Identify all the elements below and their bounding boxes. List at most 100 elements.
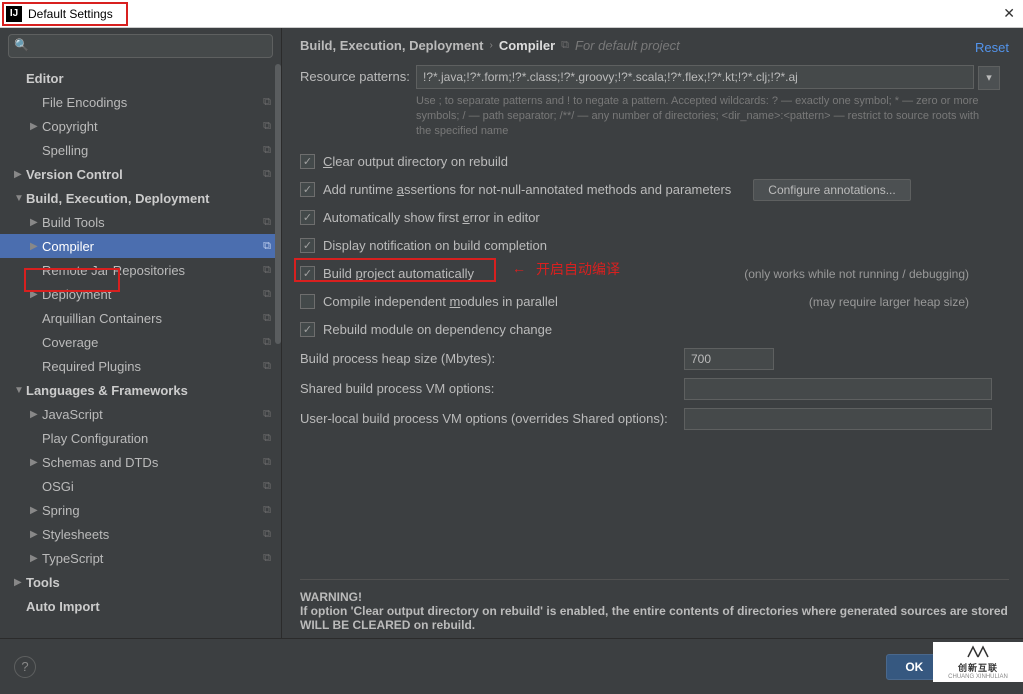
- sidebar-item-label: Schemas and DTDs: [42, 455, 263, 470]
- sidebar-item-version-control[interactable]: ▶Version Control⧉: [0, 162, 281, 186]
- sidebar-item-label: Arquillian Containers: [42, 311, 263, 326]
- chevron-icon: ▶: [30, 457, 42, 468]
- chevron-icon: ▶: [30, 529, 42, 540]
- sidebar-item-editor[interactable]: Editor: [0, 66, 281, 90]
- sidebar-item-label: File Encodings: [42, 95, 263, 110]
- chevron-icon: ▶: [30, 553, 42, 564]
- display-notification-label: Display notification on build completion: [323, 238, 547, 253]
- sidebar-item-auto-import[interactable]: Auto Import: [0, 594, 281, 618]
- watermark-name: 创新互联: [958, 661, 998, 674]
- scrollbar[interactable]: [275, 64, 281, 344]
- breadcrumb: Build, Execution, Deployment › Compiler …: [300, 38, 1009, 53]
- sidebar-item-file-encodings[interactable]: File Encodings⧉: [0, 90, 281, 114]
- sidebar-item-required-plugins[interactable]: Required Plugins⧉: [0, 354, 281, 378]
- sidebar-item-remote-jar-repositories[interactable]: Remote Jar Repositories⧉: [0, 258, 281, 282]
- clear-output-label: Clear output directory on rebuild: [323, 154, 508, 169]
- heap-size-input[interactable]: [684, 348, 774, 370]
- watermark: 创新互联 CHUANG XINHULIAN: [933, 642, 1023, 682]
- warning-box: WARNING! If option 'Clear output directo…: [300, 579, 1009, 632]
- warning-title: WARNING!: [300, 590, 1009, 604]
- sidebar-item-label: Required Plugins: [42, 359, 263, 374]
- display-notification-checkbox[interactable]: [300, 238, 315, 253]
- compile-parallel-label: Compile independent modules in parallel: [323, 294, 558, 309]
- annotation-text: 开启自动编译: [536, 259, 620, 279]
- chevron-icon: ▶: [14, 577, 26, 588]
- heap-size-label: Build process heap size (Mbytes):: [300, 351, 684, 366]
- sidebar-item-label: Play Configuration: [42, 431, 263, 446]
- auto-error-checkbox[interactable]: [300, 210, 315, 225]
- rebuild-dep-checkbox[interactable]: [300, 322, 315, 337]
- sidebar-item-label: Version Control: [26, 167, 263, 182]
- project-scope-icon: ⧉: [263, 96, 271, 109]
- project-scope-icon: ⧉: [263, 408, 271, 421]
- compile-parallel-checkbox[interactable]: [300, 294, 315, 309]
- sidebar-item-label: Remote Jar Repositories: [42, 263, 263, 278]
- sidebar-item-spring[interactable]: ▶Spring⧉: [0, 498, 281, 522]
- chevron-icon: ▶: [30, 505, 42, 516]
- sidebar-item-label: JavaScript: [42, 407, 263, 422]
- watermark-sub: CHUANG XINHULIAN: [948, 674, 1008, 680]
- runtime-assert-checkbox[interactable]: [300, 182, 315, 197]
- sidebar-item-label: Stylesheets: [42, 527, 263, 542]
- runtime-assert-label: Add runtime assertions for not-null-anno…: [323, 182, 731, 197]
- resource-patterns-label: Resource patterns:: [300, 65, 416, 84]
- sidebar-item-schemas-and-dtds[interactable]: ▶Schemas and DTDs⧉: [0, 450, 281, 474]
- sidebar-item-play-configuration[interactable]: Play Configuration⧉: [0, 426, 281, 450]
- sidebar-item-label: Compiler: [42, 239, 263, 254]
- app-icon: IJ: [6, 6, 22, 22]
- user-vm-label: User-local build process VM options (ove…: [300, 411, 684, 426]
- titlebar: IJ Default Settings ✕: [0, 0, 1023, 28]
- sidebar-item-stylesheets[interactable]: ▶Stylesheets⧉: [0, 522, 281, 546]
- sidebar-item-label: Spelling: [42, 143, 263, 158]
- shared-vm-input[interactable]: [684, 378, 992, 400]
- project-scope-icon: ⧉: [263, 480, 271, 493]
- project-scope-icon: ⧉: [263, 432, 271, 445]
- configure-annotations-button[interactable]: Configure annotations...: [753, 179, 910, 201]
- project-scope-icon: ⧉: [263, 360, 271, 373]
- sidebar: 🔍 EditorFile Encodings⧉▶Copyright⧉Spelli…: [0, 28, 282, 638]
- project-scope-icon: ⧉: [263, 456, 271, 469]
- breadcrumb-parent[interactable]: Build, Execution, Deployment: [300, 38, 483, 53]
- sidebar-item-coverage[interactable]: Coverage⧉: [0, 330, 281, 354]
- project-scope-icon: ⧉: [263, 312, 271, 325]
- sidebar-item-build-execution-deployment[interactable]: ▼Build, Execution, Deployment: [0, 186, 281, 210]
- sidebar-item-arquillian-containers[interactable]: Arquillian Containers⧉: [0, 306, 281, 330]
- user-vm-input[interactable]: [684, 408, 992, 430]
- project-scope-icon: ⧉: [263, 240, 271, 253]
- build-auto-checkbox[interactable]: [300, 266, 315, 281]
- sidebar-item-deployment[interactable]: ▶Deployment⧉: [0, 282, 281, 306]
- sidebar-item-tools[interactable]: ▶Tools: [0, 570, 281, 594]
- settings-tree: EditorFile Encodings⧉▶Copyright⧉Spelling…: [0, 64, 281, 638]
- resource-patterns-input[interactable]: [416, 65, 974, 89]
- project-scope-icon: ⧉: [263, 336, 271, 349]
- sidebar-item-spelling[interactable]: Spelling⧉: [0, 138, 281, 162]
- search-input[interactable]: [8, 34, 273, 58]
- sidebar-item-javascript[interactable]: ▶JavaScript⧉: [0, 402, 281, 426]
- sidebar-item-label: Editor: [26, 71, 281, 86]
- close-icon[interactable]: ✕: [1003, 5, 1015, 22]
- sidebar-item-label: Deployment: [42, 287, 263, 302]
- chevron-icon: ▶: [30, 121, 42, 132]
- sidebar-item-label: Coverage: [42, 335, 263, 350]
- sidebar-item-label: Build, Execution, Deployment: [26, 191, 281, 206]
- sidebar-item-label: Spring: [42, 503, 263, 518]
- sidebar-item-typescript[interactable]: ▶TypeScript⧉: [0, 546, 281, 570]
- build-auto-note: (only works while not running / debuggin…: [744, 267, 969, 281]
- project-icon: ⧉: [561, 39, 569, 52]
- resource-patterns-hint: Use ; to separate patterns and ! to nega…: [416, 94, 996, 140]
- warning-body: If option 'Clear output directory on reb…: [300, 604, 1009, 632]
- expand-button[interactable]: ▾: [978, 66, 1000, 90]
- sidebar-item-languages-frameworks[interactable]: ▼Languages & Frameworks: [0, 378, 281, 402]
- sidebar-item-build-tools[interactable]: ▶Build Tools⧉: [0, 210, 281, 234]
- window-title: Default Settings: [28, 7, 113, 21]
- help-button[interactable]: ?: [14, 656, 36, 678]
- project-scope-icon: ⧉: [263, 120, 271, 133]
- sidebar-item-copyright[interactable]: ▶Copyright⧉: [0, 114, 281, 138]
- shared-vm-label: Shared build process VM options:: [300, 381, 684, 396]
- clear-output-checkbox[interactable]: [300, 154, 315, 169]
- sidebar-item-osgi[interactable]: OSGi⧉: [0, 474, 281, 498]
- sidebar-item-label: Copyright: [42, 119, 263, 134]
- reset-link[interactable]: Reset: [975, 40, 1009, 55]
- sidebar-item-compiler[interactable]: ▶Compiler⧉: [0, 234, 281, 258]
- project-scope-icon: ⧉: [263, 528, 271, 541]
